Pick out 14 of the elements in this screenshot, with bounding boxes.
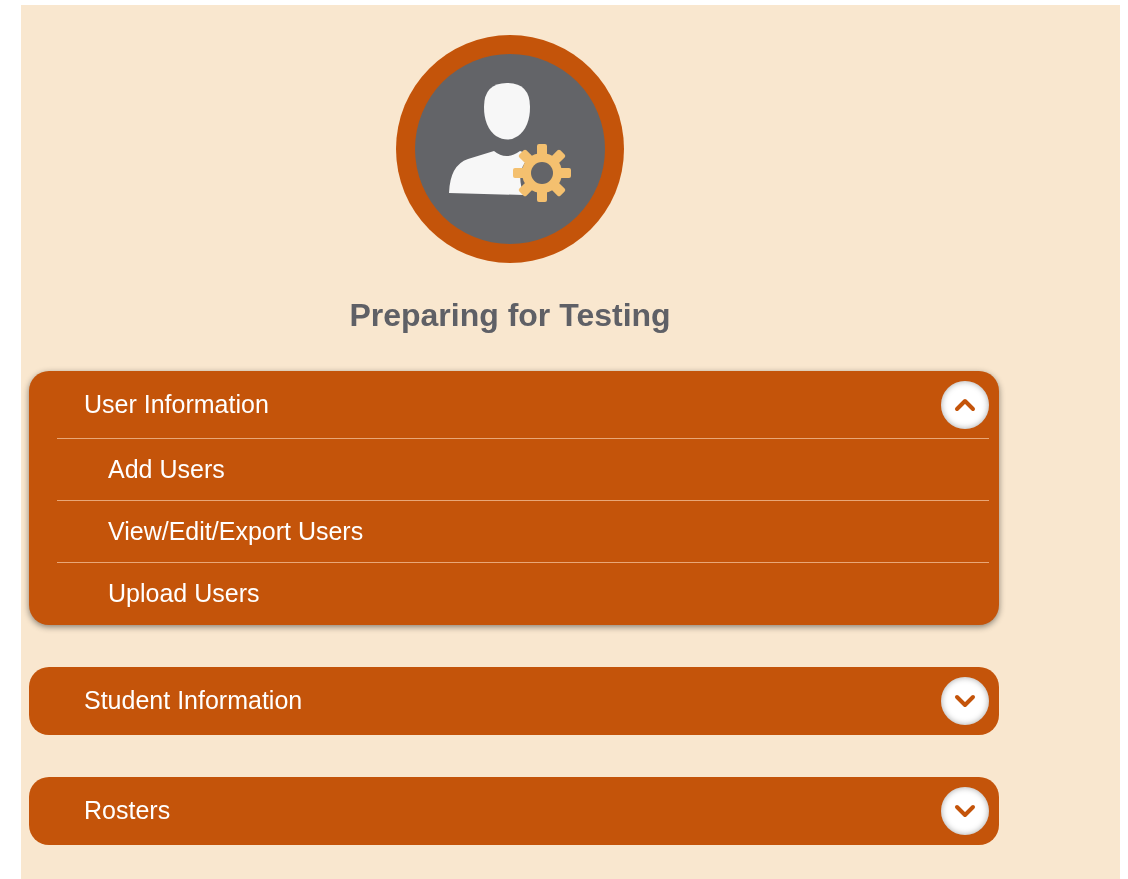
expand-button[interactable] <box>941 677 989 725</box>
section-header[interactable]: Rosters <box>84 792 171 830</box>
menu-link[interactable]: Add Users <box>108 450 225 489</box>
section-header[interactable]: Student Information <box>84 682 303 720</box>
chevron-icon <box>954 694 976 708</box>
user-settings-icon <box>396 35 624 263</box>
menu-link[interactable]: View/Edit/Export Users <box>108 512 364 551</box>
menu-link[interactable]: Upload Users <box>108 575 260 613</box>
page-title: Preparing for Testing <box>349 296 671 335</box>
collapse-button[interactable] <box>941 380 989 429</box>
expand-button[interactable] <box>941 787 989 835</box>
chevron-icon <box>954 804 976 818</box>
chevron-icon <box>954 397 976 412</box>
section-header[interactable]: User Information <box>84 385 269 424</box>
